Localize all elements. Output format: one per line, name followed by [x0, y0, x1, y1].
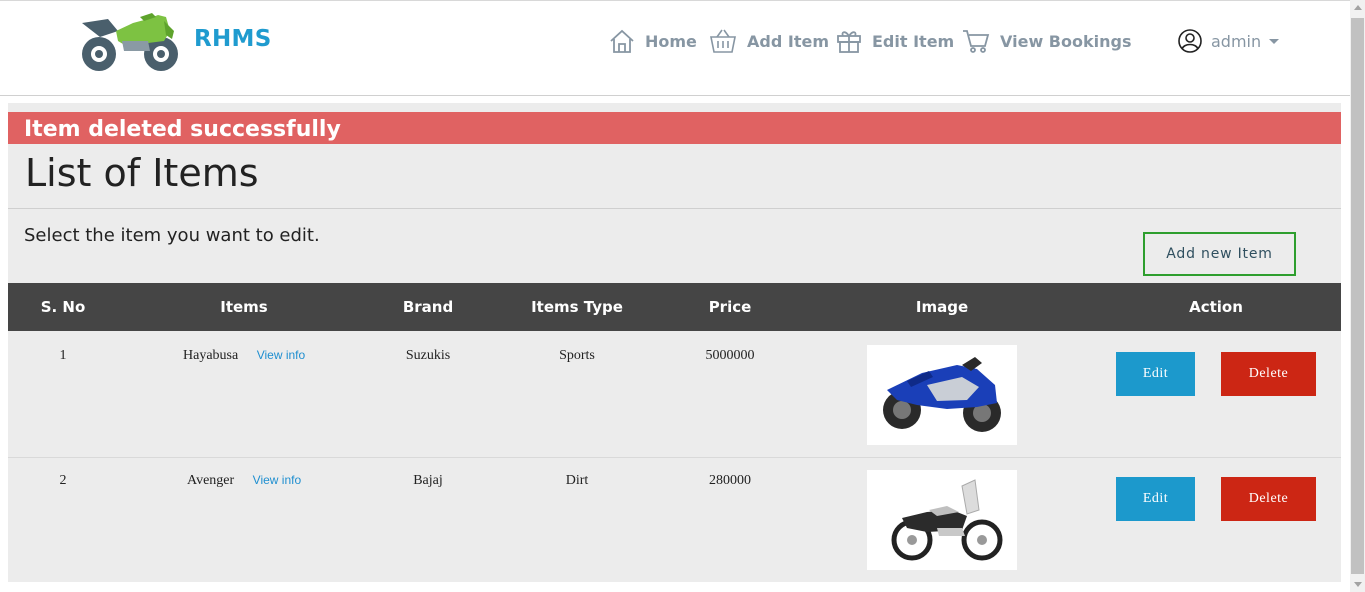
table-row: 2 Avenger View info Bajaj Dirt 280000 Ed…: [8, 458, 1341, 583]
add-new-item-button[interactable]: Add new Item: [1143, 232, 1296, 276]
nav-view-bookings-label: View Bookings: [1000, 31, 1132, 51]
cart-icon: [963, 30, 990, 53]
motorcycle-image-icon: [883, 357, 1001, 432]
column-header-items: Items: [220, 298, 268, 316]
gift-icon: [837, 31, 861, 53]
row-sno: 1: [59, 348, 67, 363]
user-menu-dropdown[interactable]: admin: [1177, 26, 1280, 56]
success-alert: Item deleted successfully: [8, 112, 1341, 144]
row-brand: Bajaj: [413, 473, 443, 488]
delete-button[interactable]: Delete: [1221, 352, 1316, 396]
item-name: Hayabusa: [183, 348, 239, 363]
blue-sport-motorcycle-image: [867, 345, 1017, 445]
row-type: Sports: [559, 348, 595, 363]
page-subtitle: Select the item you want to edit.: [24, 225, 320, 246]
motorcycle-logo-icon[interactable]: [78, 11, 184, 73]
row-price: 280000: [709, 473, 751, 488]
home-icon: [610, 29, 634, 53]
chevron-down-icon: [1269, 38, 1280, 44]
nav-home-link[interactable]: Home: [609, 26, 697, 56]
item-name: Avenger: [187, 473, 235, 488]
nav-add-item-link[interactable]: Add Item: [709, 26, 829, 56]
edit-button[interactable]: Edit: [1116, 352, 1195, 396]
page-title: List of Items: [25, 151, 259, 195]
row-brand: Suzukis: [405, 348, 451, 363]
top-navbar: RHMS Home Add Item Edit Item View Bookin…: [0, 0, 1350, 96]
scroll-down-arrow-icon[interactable]: [1354, 582, 1362, 587]
column-header-image: Image: [915, 298, 969, 316]
row-item: Hayabusa View info: [163, 348, 323, 364]
nav-home-label: Home: [645, 31, 697, 51]
column-header-brand: Brand: [402, 298, 454, 316]
basket-icon: [710, 29, 736, 53]
column-header-type: Items Type: [531, 298, 623, 316]
motorcycle-image-icon: [891, 479, 1003, 561]
nav-add-item-label: Add Item: [747, 31, 829, 51]
divider: [8, 208, 1341, 209]
main-content: Item deleted successfully List of Items …: [8, 103, 1341, 582]
view-info-link[interactable]: View info: [253, 473, 301, 487]
nav-edit-item-link[interactable]: Edit Item: [836, 26, 954, 56]
nav-edit-item-label: Edit Item: [872, 31, 955, 51]
row-type: Dirt: [565, 473, 589, 488]
delete-button[interactable]: Delete: [1221, 477, 1316, 521]
scroll-up-arrow-icon[interactable]: [1354, 5, 1362, 10]
edit-button[interactable]: Edit: [1116, 477, 1195, 521]
row-sno: 2: [59, 473, 67, 488]
row-item: Avenger View info: [163, 473, 323, 489]
user-name-label: admin: [1211, 31, 1262, 51]
column-header-sno: S. No: [40, 298, 86, 316]
brand-name[interactable]: RHMS: [194, 26, 272, 52]
table-row: 1 Hayabusa View info Suzukis Sports 5000…: [8, 332, 1341, 457]
user-circle-icon: [1178, 29, 1202, 53]
column-header-action: Action: [1189, 298, 1243, 316]
nav-view-bookings-link[interactable]: View Bookings: [962, 26, 1131, 56]
table-header: S. No Items Brand Items Type Price Image…: [8, 283, 1341, 331]
cruiser-motorcycle-image: [867, 470, 1017, 570]
view-info-link[interactable]: View info: [257, 348, 305, 362]
scrollbar-thumb[interactable]: [1351, 18, 1364, 574]
row-price: 5000000: [705, 348, 755, 363]
column-header-price: Price: [708, 298, 752, 316]
